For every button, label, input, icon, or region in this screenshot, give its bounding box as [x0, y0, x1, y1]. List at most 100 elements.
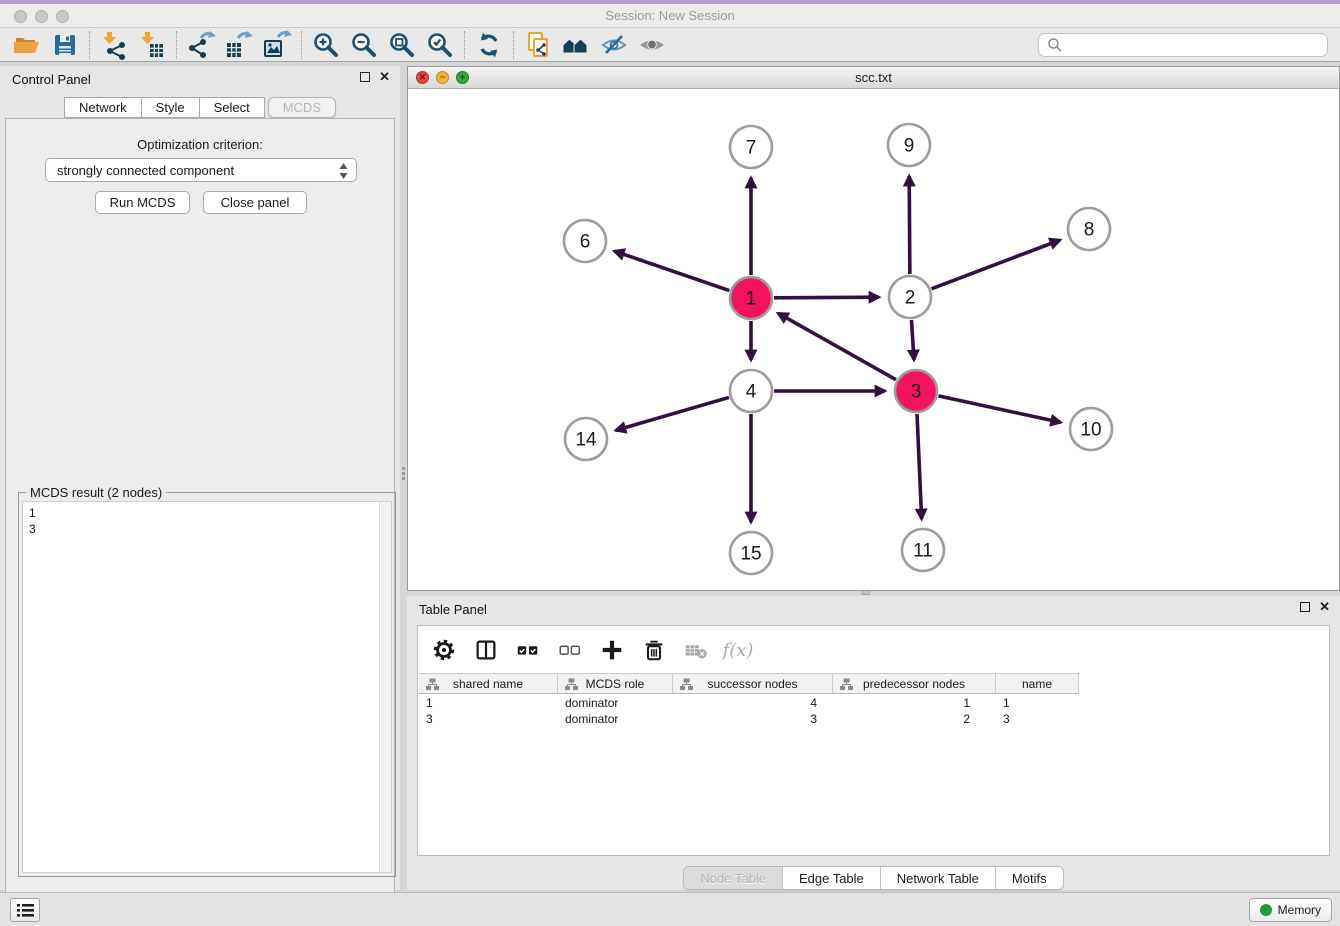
- folder-open-icon[interactable]: [8, 29, 46, 61]
- titlebar: Session: New Session: [0, 4, 1340, 28]
- cell-predecessor-nodes[interactable]: 1: [833, 695, 996, 711]
- cell-successor-nodes[interactable]: 4: [673, 695, 833, 711]
- cell-mcds-role[interactable]: dominator: [558, 711, 673, 727]
- column-header-mcds-role[interactable]: MCDS role: [558, 673, 673, 694]
- function-builder-icon[interactable]: f(x): [724, 636, 752, 664]
- status-bar: Memory: [0, 892, 1340, 926]
- tab-mcds[interactable]: MCDS: [268, 97, 336, 118]
- gear-icon[interactable]: [430, 636, 458, 664]
- graph-edge[interactable]: [774, 297, 879, 298]
- table-row[interactable]: 1 dominator 4 1 1: [419, 695, 1328, 711]
- column-label: successor nodes: [707, 677, 797, 691]
- hide-eye-icon[interactable]: [595, 29, 633, 61]
- node-table-container: f(x) shared name MCDS role successor nod…: [417, 625, 1330, 856]
- column-header-successor-nodes[interactable]: successor nodes: [673, 673, 833, 694]
- tab-edge-table[interactable]: Edge Table: [782, 867, 880, 889]
- cell-name[interactable]: 3: [996, 711, 1079, 727]
- graph-edge[interactable]: [917, 414, 922, 519]
- graph-edge[interactable]: [616, 397, 729, 430]
- close-panel-icon[interactable]: ✕: [1319, 602, 1330, 612]
- run-mcds-button[interactable]: Run MCDS: [95, 191, 190, 214]
- tab-network[interactable]: Network: [64, 97, 142, 118]
- result-line: 3: [29, 521, 36, 537]
- cell-shared-name[interactable]: 1: [419, 695, 558, 711]
- zoom-in-icon[interactable]: [307, 29, 345, 61]
- criterion-dropdown[interactable]: strongly connected component: [45, 158, 357, 182]
- table-toolbar: f(x): [430, 633, 752, 667]
- graph-edge[interactable]: [778, 313, 896, 379]
- column-label: predecessor nodes: [863, 677, 965, 691]
- table-panel-header: Table Panel ✕: [407, 596, 1340, 622]
- save-icon[interactable]: [46, 29, 84, 61]
- cell-predecessor-nodes[interactable]: 2: [833, 711, 996, 727]
- toolbar-separator: [464, 31, 465, 59]
- copy-network-icon[interactable]: [519, 29, 557, 61]
- tab-motifs[interactable]: Motifs: [995, 867, 1063, 889]
- trash-icon[interactable]: [640, 636, 668, 664]
- cell-mcds-role[interactable]: dominator: [558, 695, 673, 711]
- first-neighbors-icon[interactable]: [557, 29, 595, 61]
- graph-node-label: 2: [905, 288, 916, 309]
- search-field[interactable]: [1038, 33, 1328, 57]
- table-header-row: shared name MCDS role successor nodes pr…: [419, 673, 1079, 694]
- network-canvas[interactable]: 7968124314101511: [408, 89, 1339, 590]
- result-line: 1: [29, 505, 36, 521]
- graph-edge[interactable]: [911, 320, 914, 360]
- network-window-titlebar[interactable]: ✕ − + scc.txt: [408, 67, 1339, 89]
- float-panel-icon[interactable]: [1300, 602, 1310, 612]
- task-history-button[interactable]: [10, 898, 40, 922]
- chevron-updown-icon: [338, 162, 349, 180]
- zoom-out-icon[interactable]: [345, 29, 383, 61]
- column-header-shared-name[interactable]: shared name: [419, 673, 558, 694]
- close-panel-button[interactable]: Close panel: [203, 191, 307, 214]
- control-panel-tabs: Network Style Select MCDS: [0, 97, 400, 118]
- tab-style[interactable]: Style: [142, 97, 200, 118]
- import-network-icon[interactable]: [95, 29, 133, 61]
- graph-node-label: 15: [740, 544, 761, 565]
- select-all-icon[interactable]: [514, 636, 542, 664]
- import-table-icon[interactable]: [133, 29, 171, 61]
- tab-node-table[interactable]: Node Table: [684, 867, 782, 889]
- graph-edge[interactable]: [938, 396, 1060, 423]
- column-header-name[interactable]: name: [996, 673, 1079, 694]
- add-column-icon[interactable]: [598, 636, 626, 664]
- main-toolbar: [0, 28, 1340, 62]
- columns-icon[interactable]: [472, 636, 500, 664]
- graph-node-label: 1: [746, 289, 757, 310]
- graph-node-label: 6: [580, 232, 591, 253]
- result-scrollbar[interactable]: [379, 502, 391, 872]
- application-window: Session: New Session: [0, 0, 1340, 926]
- memory-button[interactable]: Memory: [1249, 898, 1332, 922]
- cell-successor-nodes[interactable]: 3: [673, 711, 833, 727]
- list-icon: [17, 903, 34, 918]
- hierarchy-icon: [565, 678, 578, 691]
- mcds-result-lines: 1 3: [29, 505, 36, 537]
- vertical-splitter-handle[interactable]: [401, 466, 406, 480]
- graph-node-label: 7: [746, 138, 757, 159]
- graph-edge[interactable]: [614, 251, 729, 290]
- cell-shared-name[interactable]: 3: [419, 711, 558, 727]
- hierarchy-icon: [426, 678, 439, 691]
- zoom-selected-icon[interactable]: [421, 29, 459, 61]
- delete-table-icon[interactable]: [682, 636, 710, 664]
- column-header-predecessor-nodes[interactable]: predecessor nodes: [833, 673, 996, 694]
- table-row[interactable]: 3 dominator 3 2 3: [419, 711, 1328, 727]
- export-image-icon[interactable]: [258, 29, 296, 61]
- graph-edge[interactable]: [932, 240, 1061, 289]
- mcds-result-textarea[interactable]: 1 3: [22, 501, 392, 873]
- zoom-fit-icon[interactable]: [383, 29, 421, 61]
- close-panel-icon[interactable]: ✕: [379, 72, 390, 82]
- search-input[interactable]: [1063, 37, 1327, 53]
- float-panel-icon[interactable]: [360, 72, 370, 82]
- window-title: Session: New Session: [0, 8, 1340, 23]
- tab-select[interactable]: Select: [200, 97, 265, 118]
- deselect-all-icon[interactable]: [556, 636, 584, 664]
- cell-name[interactable]: 1: [996, 695, 1079, 711]
- show-eye-icon[interactable]: [633, 29, 671, 61]
- graph-node-label: 3: [911, 382, 922, 403]
- graph-edge[interactable]: [909, 176, 910, 274]
- refresh-icon[interactable]: [470, 29, 508, 61]
- export-network-icon[interactable]: [182, 29, 220, 61]
- tab-network-table[interactable]: Network Table: [880, 867, 995, 889]
- export-table-icon[interactable]: [220, 29, 258, 61]
